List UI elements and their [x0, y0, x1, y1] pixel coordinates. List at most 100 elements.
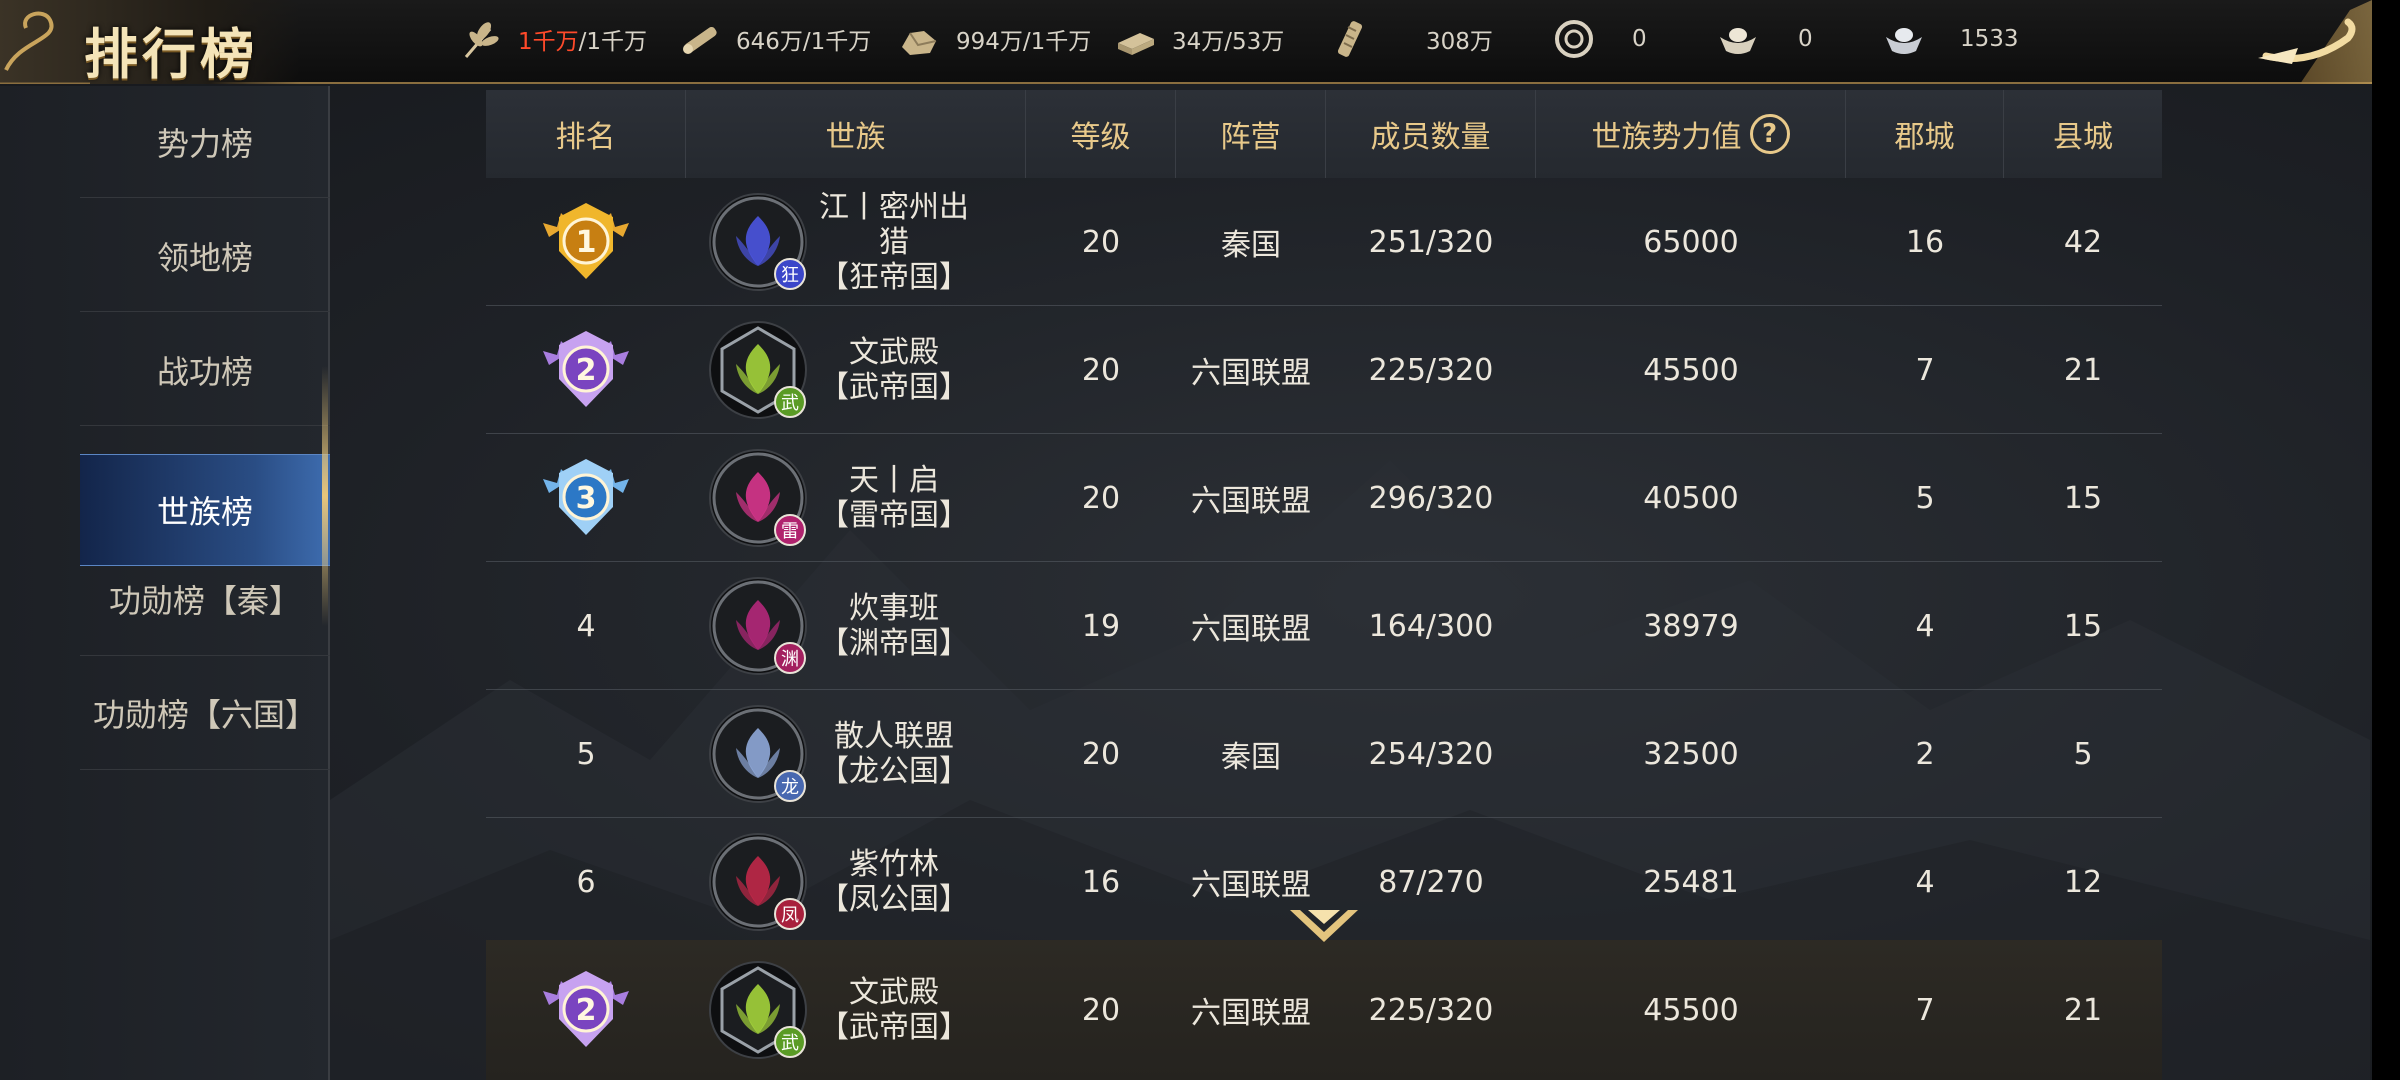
rank-medal-gold-icon: 1	[543, 203, 629, 279]
cell-commanderies: 4	[1915, 608, 1935, 644]
clan-name[interactable]: 炊事班 【渊帝国】	[814, 591, 974, 661]
clan-name[interactable]: 紫竹林 【凤公国】	[814, 847, 974, 917]
clan-emblem[interactable]: 狂	[708, 192, 808, 292]
emblem-badge-char: 渊	[781, 649, 799, 670]
sidebar-item-honor-qin[interactable]: 功勋榜【秦】	[80, 542, 330, 656]
sidebar-highlight-line	[322, 366, 328, 626]
rank-medal-purple-icon: 2	[543, 971, 629, 1047]
cell-power: 65000	[1643, 224, 1739, 260]
iron-amount: 34万/53万	[1172, 29, 1285, 55]
grain-icon	[464, 22, 499, 58]
help-icon[interactable]: ?	[1749, 114, 1790, 154]
table-row[interactable]: 4 渊 炊事班 【渊帝国】 19 六国联盟 164/300 38979 4 15	[486, 562, 2162, 690]
emblem-badge-char: 凤	[781, 905, 799, 926]
resource-gold[interactable]: 0	[1716, 0, 1813, 78]
stone-icon	[902, 31, 937, 55]
clan-name-line1: 散人联盟	[834, 719, 954, 754]
clan-country: 【武帝国】	[819, 370, 969, 405]
cell-power: 25481	[1643, 864, 1739, 900]
table-row[interactable]: 3 雷 天丨启 【雷帝国】 20 六国联盟 296/320 40500 5 15	[486, 434, 2162, 562]
clan-country: 【凤公国】	[819, 882, 969, 917]
clan-emblem[interactable]: 雷	[708, 448, 808, 548]
header-power: 世族势力值 ?	[1536, 90, 1846, 178]
rank-number: 5	[576, 736, 596, 772]
header-rank: 排名	[486, 90, 686, 178]
back-button[interactable]	[2180, 0, 2372, 84]
header-commanderies: 郡城	[1846, 90, 2004, 178]
table-row[interactable]: 1 狂 江丨密州出猎 【狂帝国】 20 秦国 251/320 65000 16 42	[486, 178, 2162, 306]
stone-amount: 994万/1千万	[956, 29, 1092, 55]
cell-power: 38979	[1643, 608, 1739, 644]
page-title: 排行榜	[84, 22, 258, 86]
table-header: 排名 世族 等级 阵营 成员数量 世族势力值 ? 郡城 县城	[486, 90, 2162, 178]
cell-level: 16	[1081, 864, 1121, 900]
rank-medal-number: 1	[576, 225, 597, 260]
resource-grain[interactable]: 1千万/1千万	[460, 0, 647, 78]
resource-tax[interactable]: 308万	[1330, 0, 1493, 78]
clan-name[interactable]: 文武殿 【武帝国】	[814, 335, 974, 405]
clan-name[interactable]: 散人联盟 【龙公国】	[814, 719, 974, 789]
emblem-badge-char: 龙	[781, 777, 799, 798]
resource-copper[interactable]: 0	[1552, 0, 1647, 78]
cell-faction: 秦国	[1221, 228, 1281, 263]
clan-name[interactable]: 江丨密州出猎 【狂帝国】	[814, 190, 974, 295]
clan-name-line1: 文武殿	[849, 975, 939, 1010]
sidebar-item-territory-ranking[interactable]: 领地榜	[80, 200, 330, 312]
ranking-screen: 排行榜 1千万/1千万 646万/1千万 994万/1千万 34万/53万 30…	[0, 0, 2372, 1080]
resource-iron[interactable]: 34万/53万	[1114, 0, 1284, 78]
clan-name-line1: 文武殿	[849, 335, 939, 370]
cell-clan: 武 文武殿 【武帝国】	[686, 940, 1026, 1080]
emblem-badge-char: 雷	[781, 521, 799, 542]
resource-silver[interactable]: 1533	[1882, 0, 2019, 78]
resource-stone[interactable]: 994万/1千万	[898, 0, 1091, 78]
sidebar-item-power-ranking[interactable]: 势力榜	[80, 86, 330, 198]
cell-members: 164/300	[1368, 608, 1494, 644]
cell-rank: 6	[486, 818, 686, 946]
cell-counties: 21	[2063, 352, 2103, 388]
cell-rank: 5	[486, 690, 686, 818]
clan-emblem[interactable]: 龙	[708, 704, 808, 804]
rank-number: 4	[576, 608, 596, 644]
clan-country: 【狂帝国】	[819, 259, 969, 295]
header-faction: 阵营	[1176, 90, 1326, 178]
clan-emblem[interactable]: 渊	[708, 576, 808, 676]
clan-emblem[interactable]: 武	[708, 960, 808, 1060]
resource-wood[interactable]: 646万/1千万	[678, 0, 871, 78]
cell-faction: 六国联盟	[1191, 996, 1311, 1031]
clan-emblem[interactable]: 武	[708, 320, 808, 420]
emblem-badge-char: 武	[781, 1033, 799, 1054]
cell-faction: 六国联盟	[1191, 484, 1311, 519]
sidebar-item-merit-ranking[interactable]: 战功榜	[80, 314, 330, 426]
cell-commanderies: 4	[1915, 864, 1935, 900]
cell-members: 225/320	[1368, 992, 1494, 1028]
wood-amount: 646万/1千万	[736, 29, 872, 55]
clan-name-line1: 江丨密州出猎	[819, 189, 969, 260]
top-bar: 排行榜 1千万/1千万 646万/1千万 994万/1千万 34万/53万 30…	[0, 0, 2372, 86]
cell-members: 225/320	[1368, 352, 1494, 388]
chevron-down-icon[interactable]	[1286, 906, 1362, 950]
header-power-label: 世族势力值	[1591, 120, 1742, 155]
clan-country: 【渊帝国】	[819, 626, 969, 661]
cell-level: 20	[1081, 992, 1121, 1028]
clan-emblem[interactable]: 凤	[708, 832, 808, 932]
my-clan-row[interactable]: 2 武 文武殿 【武帝国】 20 六国联盟 225/320 45500 7 21	[486, 940, 2162, 1080]
cell-clan: 凤 紫竹林 【凤公国】	[686, 818, 1026, 946]
table-row[interactable]: 2 武 文武殿 【武帝国】 20 六国联盟 225/320 45500 7 21	[486, 306, 2162, 434]
sidebar-item-honor-six-states[interactable]: 功勋榜【六国】	[80, 656, 330, 770]
table-row[interactable]: 5 龙 散人联盟 【龙公国】 20 秦国 254/320 32500 2 5	[486, 690, 2162, 818]
rank-medal-purple-icon: 2	[543, 331, 629, 407]
clan-name[interactable]: 天丨启 【雷帝国】	[814, 463, 974, 533]
cloud-ornament-icon	[0, 11, 90, 84]
clan-name[interactable]: 文武殿 【武帝国】	[814, 975, 974, 1045]
cell-faction: 六国联盟	[1191, 612, 1311, 647]
clan-country: 【武帝国】	[819, 1010, 969, 1045]
clan-name-line1: 炊事班	[849, 591, 939, 626]
tax-scroll-icon	[1337, 21, 1363, 57]
cell-rank: 4	[486, 562, 686, 690]
cell-level: 20	[1081, 736, 1121, 772]
cell-clan: 武 文武殿 【武帝国】	[686, 306, 1026, 434]
cell-rank: 3	[486, 434, 686, 562]
cell-counties: 15	[2063, 480, 2103, 516]
iron-icon	[1118, 33, 1154, 55]
cell-members: 251/320	[1368, 224, 1494, 260]
